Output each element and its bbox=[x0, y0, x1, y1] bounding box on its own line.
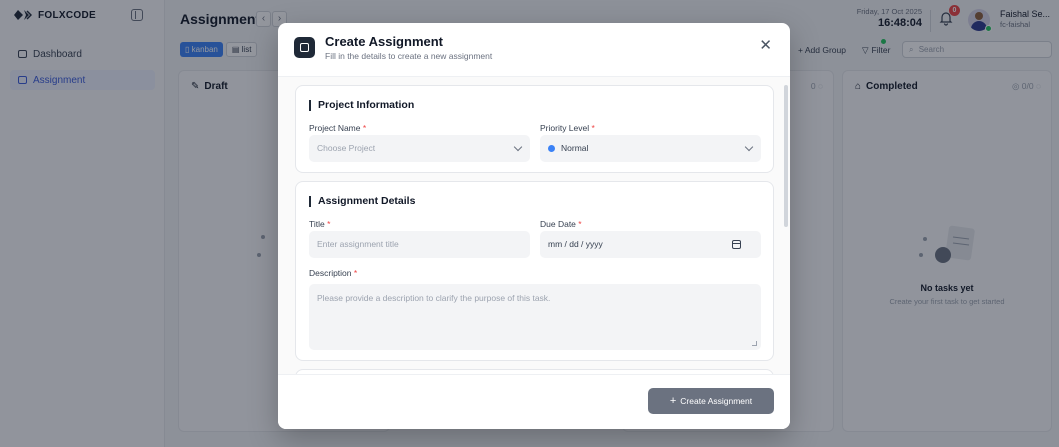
label-text: Project Name bbox=[309, 123, 361, 133]
modal-subtitle: Fill in the details to create a new assi… bbox=[325, 51, 493, 61]
button-label: Create Assignment bbox=[680, 396, 753, 406]
create-assignment-button[interactable]: + Create Assignment bbox=[648, 388, 774, 414]
title-input[interactable]: Enter assignment title bbox=[309, 231, 530, 258]
required-mark: * bbox=[327, 219, 331, 229]
project-information-card: Project Information Project Name * Choos… bbox=[295, 85, 774, 173]
project-name-select[interactable]: Choose Project bbox=[309, 135, 530, 162]
close-icon[interactable]: ✕ bbox=[759, 38, 772, 53]
priority-level-label: Priority Level * bbox=[540, 123, 595, 133]
project-name-label: Project Name * bbox=[309, 123, 366, 133]
priority-level-select[interactable]: Normal bbox=[540, 135, 761, 162]
create-assignment-modal: Create Assignment Fill in the details to… bbox=[278, 23, 790, 429]
required-mark: * bbox=[353, 268, 358, 278]
required-mark: * bbox=[578, 219, 582, 229]
select-value: Normal bbox=[561, 143, 589, 153]
modal-title: Create Assignment bbox=[325, 34, 443, 49]
description-label: Description * bbox=[309, 268, 357, 278]
due-date-label: Due Date * bbox=[540, 219, 582, 229]
description-textarea[interactable]: Please provide a description to clarify … bbox=[309, 284, 761, 350]
priority-dot-icon bbox=[548, 144, 555, 152]
assignment-icon bbox=[294, 37, 315, 58]
required-mark: * bbox=[591, 123, 595, 133]
modal-footer: + Create Assignment bbox=[278, 374, 790, 429]
resize-handle-icon[interactable] bbox=[752, 341, 757, 346]
required-mark: * bbox=[362, 123, 367, 133]
label-text: Description bbox=[309, 268, 352, 278]
scrollbar[interactable] bbox=[784, 85, 788, 227]
assignment-details-card: Assignment Details Title * Enter assignm… bbox=[295, 181, 774, 361]
section-title: Project Information bbox=[309, 100, 414, 111]
modal-header: Create Assignment Fill in the details to… bbox=[278, 23, 790, 77]
label-text: Title bbox=[309, 219, 325, 229]
date-placeholder: mm / dd / yyyy bbox=[548, 239, 603, 249]
calendar-icon[interactable] bbox=[732, 240, 741, 249]
label-text: Priority Level bbox=[540, 123, 590, 133]
chevron-down-icon bbox=[513, 142, 523, 152]
select-placeholder: Choose Project bbox=[317, 143, 376, 153]
due-date-input[interactable]: mm / dd / yyyy bbox=[540, 231, 761, 258]
chevron-down-icon bbox=[744, 142, 754, 152]
title-label: Title * bbox=[309, 219, 330, 229]
modal-body[interactable]: Project Information Project Name * Choos… bbox=[278, 77, 790, 375]
label-text: Due Date bbox=[540, 219, 576, 229]
section-title: Assignment Details bbox=[309, 196, 415, 207]
plus-icon: + bbox=[669, 395, 677, 407]
textarea-placeholder: Please provide a description to clarify … bbox=[317, 293, 551, 303]
